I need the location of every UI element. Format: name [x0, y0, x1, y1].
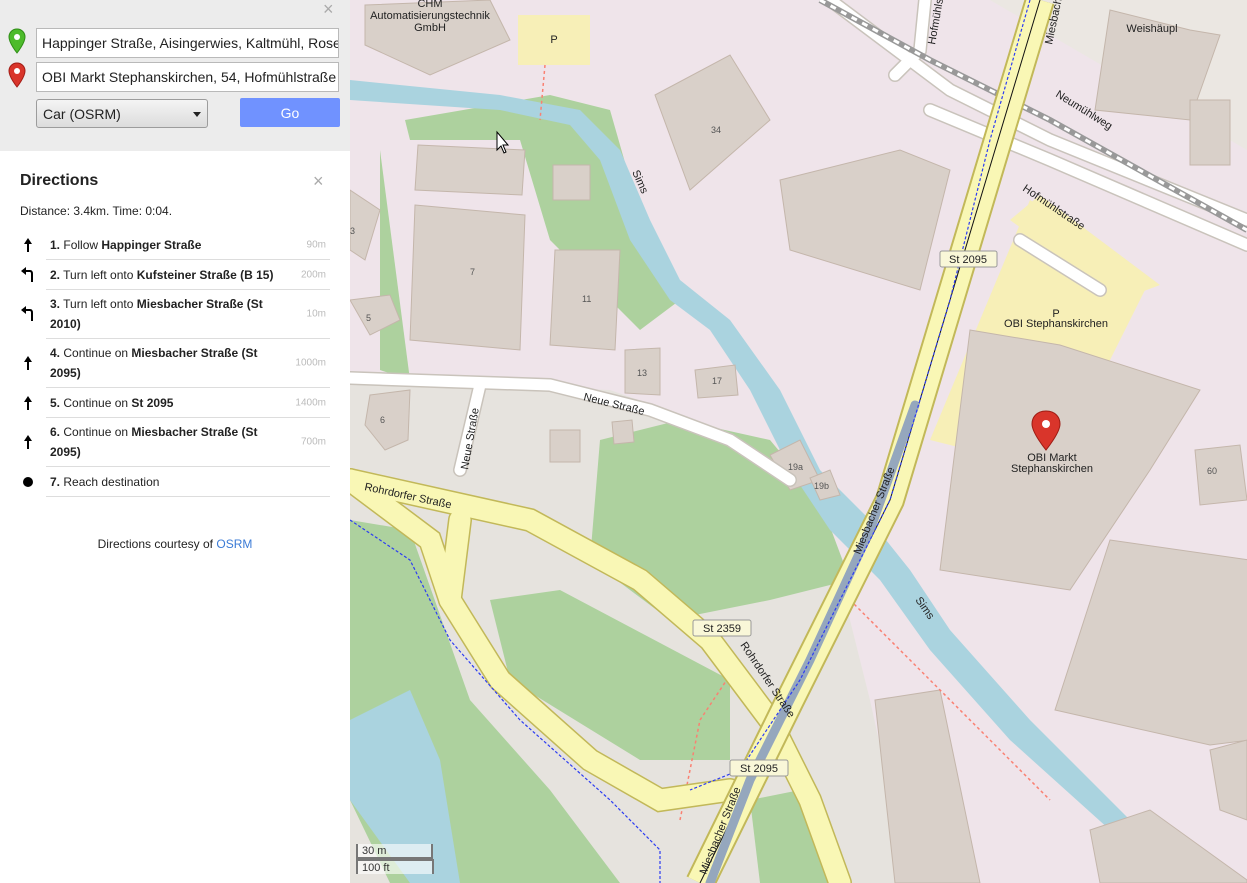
step-text: 1. Follow Happinger Straße: [50, 238, 202, 252]
direction-step[interactable]: 5. Continue on St 2095 1400m: [24, 388, 330, 418]
step-distance: 200m: [300, 269, 326, 280]
parking-icon: P: [550, 34, 557, 46]
chevron-down-icon: [193, 112, 201, 117]
routing-engine-select[interactable]: Car (OSRM): [36, 99, 208, 128]
scale-imperial: 100 ft: [356, 859, 434, 874]
poi-label: Stephanskirchen: [1011, 463, 1093, 475]
from-input[interactable]: [36, 28, 339, 58]
house-number: 3: [350, 226, 355, 236]
close-routing-icon[interactable]: ×: [323, 0, 334, 18]
straight-arrow-icon: [24, 356, 32, 370]
house-number: 13: [637, 368, 647, 378]
map-canvas[interactable]: 34 7 11 5 13 17 6 19a 19b 60 3 CHM Autom…: [350, 0, 1247, 883]
svg-text:St 2095: St 2095: [949, 254, 987, 266]
map-scale: 30 m 100 ft: [356, 844, 434, 874]
step-distance: 90m: [306, 239, 326, 250]
to-input[interactable]: [36, 62, 339, 92]
turn-left-icon: [21, 266, 33, 282]
step-distance: 700m: [300, 436, 326, 448]
directions-list: 1. Follow Happinger Straße 90m 2. Turn l…: [20, 230, 330, 497]
sidebar: × Car (OSRM) Go Directions × Distance: 3…: [0, 0, 350, 883]
poi-label: GmbH: [414, 22, 446, 34]
step-distance: 10m: [306, 308, 326, 320]
parking-icon: P: [1052, 308, 1059, 320]
direction-step[interactable]: 1. Follow Happinger Straße 90m: [24, 230, 330, 260]
close-directions-icon[interactable]: ×: [313, 172, 324, 190]
poi-label: CHM: [417, 0, 442, 10]
destination-dot-icon: [23, 476, 33, 487]
poi-label: Automatisierungstechnik: [370, 10, 490, 22]
house-number: 17: [712, 376, 722, 386]
house-number: 11: [582, 294, 591, 304]
step-text: 6. Continue on Miesbacher Straße (St 209…: [50, 425, 258, 459]
poi-label: Weishäupl: [1126, 23, 1177, 35]
end-marker-icon: [8, 62, 26, 88]
osrm-link[interactable]: OSRM: [216, 537, 252, 551]
svg-text:St 2359: St 2359: [703, 623, 741, 635]
house-number: 5: [366, 313, 371, 323]
step-distance: 1400m: [295, 397, 326, 408]
step-text: 7. Reach destination: [50, 475, 160, 489]
straight-arrow-icon: [24, 237, 32, 252]
road-badge: St 2095: [939, 250, 998, 268]
start-marker-icon: [8, 28, 26, 54]
go-button[interactable]: Go: [240, 98, 340, 127]
direction-step[interactable]: 2. Turn left onto Kufsteiner Straße (B 1…: [21, 260, 330, 290]
step-text: 3. Turn left onto Miesbacher Straße (St …: [50, 297, 263, 331]
road-badge: St 2095: [729, 759, 789, 777]
turn-left-icon: [21, 306, 33, 321]
house-number: 6: [380, 415, 385, 425]
direction-step[interactable]: 4. Continue on Miesbacher Straße (St 209…: [24, 339, 330, 388]
house-number: 60: [1207, 466, 1217, 476]
house-number: 19a: [788, 462, 803, 472]
map-tiles[interactable]: 34 7 11 5 13 17 6 19a 19b 60 3 CHM Autom…: [350, 0, 1247, 883]
direction-step[interactable]: 7. Reach destination: [23, 467, 330, 497]
step-text: 4. Continue on Miesbacher Straße (St 209…: [50, 346, 258, 380]
house-number: 7: [470, 267, 475, 277]
route-summary: Distance: 3.4km. Time: 0:04.: [20, 204, 173, 218]
step-text: 2. Turn left onto Kufsteiner Straße (B 1…: [50, 268, 274, 282]
straight-arrow-icon: [24, 435, 32, 449]
step-distance: 1000m: [295, 357, 326, 369]
direction-step[interactable]: 3. Turn left onto Miesbacher Straße (St …: [21, 290, 330, 339]
straight-arrow-icon: [24, 395, 32, 410]
road-badge: St 2359: [692, 619, 752, 637]
directions-title: Directions: [20, 172, 99, 189]
scale-metric: 30 m: [356, 844, 433, 859]
direction-step[interactable]: 6. Continue on Miesbacher Straße (St 209…: [24, 418, 330, 467]
routing-engine-value: Car (OSRM): [43, 106, 121, 122]
house-number: 34: [711, 125, 721, 135]
route-form: × Car (OSRM) Go: [0, 0, 350, 151]
svg-text:St 2095: St 2095: [740, 763, 778, 775]
step-text: 5. Continue on St 2095: [50, 396, 174, 410]
directions-credit: Directions courtesy of OSRM: [97, 537, 253, 551]
house-number: 19b: [814, 481, 829, 491]
